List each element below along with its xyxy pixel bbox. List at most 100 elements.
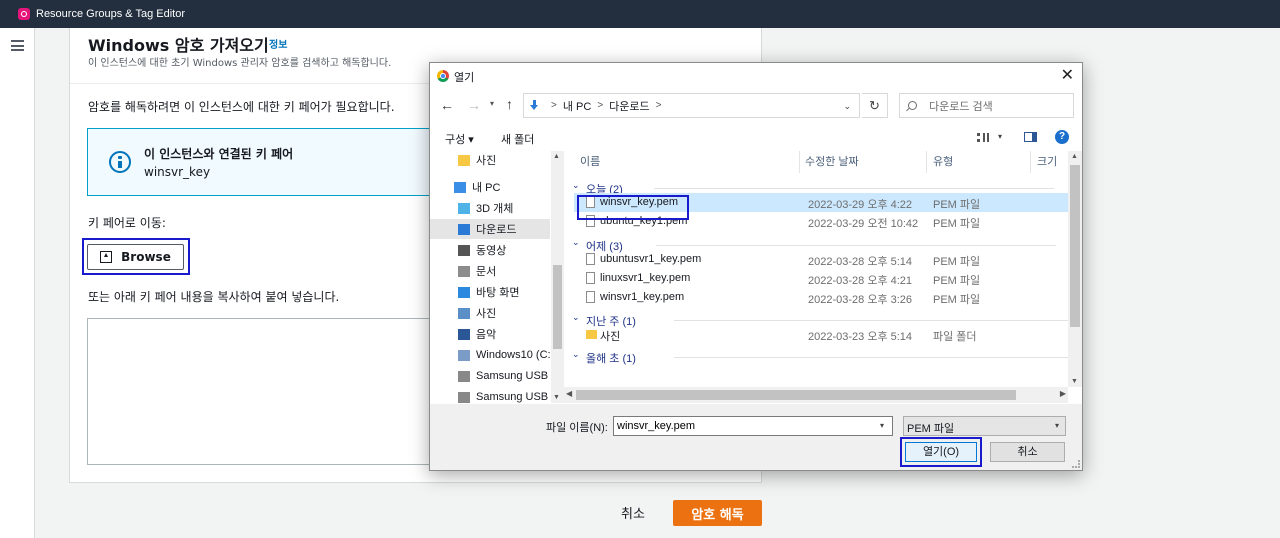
new-folder-button[interactable]: 새 폴더	[501, 131, 534, 147]
nav-item-label: Windows10 (C:)	[476, 349, 550, 361]
open-button[interactable]: 열기(O)	[905, 442, 977, 462]
help-icon[interactable]: ?	[1055, 130, 1069, 144]
file-row[interactable]: linuxsvr1_key.pem 2022-03-28 오후 4:21 PEM 파…	[574, 269, 1068, 288]
resize-grip-icon[interactable]	[1072, 460, 1080, 468]
column-header-type[interactable]: 유형	[933, 151, 953, 173]
breadcrumb-downloads[interactable]: 다운로드	[609, 98, 649, 114]
browse-button[interactable]: Browse	[87, 244, 184, 270]
sort-indicator-icon: ^	[862, 151, 866, 155]
file-list-horizontal-scrollbar[interactable]: ◀ ▶	[564, 387, 1068, 403]
folder-icon	[586, 330, 597, 339]
navigation-pane-scrollbar[interactable]: ▲ ▼	[551, 151, 564, 403]
desktop-icon	[458, 286, 470, 298]
search-input[interactable]: 다운로드 검색	[899, 93, 1074, 118]
preview-pane-icon[interactable]	[1024, 132, 1037, 142]
view-dropdown-icon[interactable]: ▾	[998, 132, 1002, 141]
close-icon[interactable]: ✕	[1061, 65, 1074, 85]
back-arrow-icon[interactable]: ←	[440, 97, 454, 113]
recent-locations-dropdown-icon[interactable]: ▾	[490, 99, 494, 108]
nav-item[interactable]: 문서	[430, 261, 550, 281]
nav-item-label: 사진	[476, 155, 497, 167]
left-rail	[0, 28, 35, 538]
file-list-vertical-scrollbar[interactable]: ▲ ▼	[1068, 151, 1082, 387]
file-group-header[interactable]: 올해 초 (1)	[586, 350, 636, 366]
nav-item[interactable]: 사진	[430, 151, 550, 170]
nav-item[interactable]: 음악	[430, 324, 550, 344]
folder-icon	[458, 154, 470, 166]
column-header-modified[interactable]: 수정한 날짜	[805, 151, 859, 173]
goto-key-pair-label: 키 페어로 이동:	[88, 216, 166, 230]
pictures-icon	[458, 307, 470, 319]
file-name: winsvr1_key.pem	[600, 291, 685, 303]
info-box-title: 이 인스턴스와 연결된 키 페어	[144, 147, 294, 161]
organize-menu[interactable]: 구성 ▾	[445, 131, 474, 147]
chrome-icon	[437, 70, 449, 82]
app-title[interactable]: Resource Groups & Tag Editor	[36, 8, 185, 20]
nav-item-label: 사진	[476, 308, 497, 320]
nav-item[interactable]: 내 PC	[430, 177, 550, 197]
collapse-chevron-icon[interactable]: ⌄	[572, 180, 580, 191]
file-modified-date: 2022-03-28 오후 5:14	[808, 256, 913, 268]
folder-row[interactable]: 사진 2022-03-23 오후 5:14 파일 폴더	[574, 325, 1068, 344]
file-modified-date: 2022-03-28 오후 4:21	[808, 275, 913, 287]
cancel-button[interactable]: 취소	[621, 503, 645, 522]
music-icon	[458, 328, 470, 340]
navigation-row: ← → ▾ ↑ > 내 PC > 다운로드 > ⌄ ↻ 다운로드 검색	[430, 93, 1082, 119]
nav-item[interactable]: Windows10 (C:)	[430, 345, 550, 365]
file-type: PEM 파일	[933, 294, 981, 306]
file-row[interactable]: winsvr1_key.pem 2022-03-28 오후 3:26 PEM 파일	[574, 288, 1068, 307]
address-bar[interactable]: > 내 PC > 다운로드 > ⌄	[523, 93, 860, 118]
download-icon	[458, 223, 470, 235]
dialog-title: 열기	[454, 72, 475, 84]
filename-dropdown-icon[interactable]: ▾	[880, 421, 884, 430]
pc-icon	[454, 181, 466, 193]
file-modified-date: 2022-03-29 오후 4:22	[808, 199, 913, 211]
nav-item[interactable]: 다운로드	[430, 219, 550, 239]
navigation-pane: 사진 내 PC 3D 개체 다운로드 동영상 문서 바탕 화면 사진 음악 Windows10 (…	[430, 151, 564, 403]
breadcrumb-separator-icon[interactable]: >	[551, 100, 557, 111]
file-icon	[586, 291, 595, 303]
decrypt-password-button[interactable]: 암호 해독	[673, 500, 762, 526]
dialog-bottom-area: 파일 이름(N): ▾ PEM 파일 ▾ 열기(O) 취소	[430, 404, 1082, 470]
forward-arrow-icon[interactable]: →	[467, 97, 481, 113]
file-icon	[586, 253, 595, 265]
dialog-cancel-button[interactable]: 취소	[990, 442, 1065, 462]
view-options-icon[interactable]	[977, 133, 989, 142]
key-contents-textarea[interactable]	[87, 318, 449, 465]
nav-item[interactable]: Samsung USB (D	[430, 387, 550, 403]
nav-item[interactable]: 바탕 화면	[430, 282, 550, 302]
collapse-chevron-icon[interactable]: ⌄	[572, 237, 580, 248]
filetype-select[interactable]: PEM 파일	[903, 416, 1066, 436]
selected-file-highlight	[577, 195, 689, 220]
column-header-size[interactable]: 크기	[1037, 151, 1057, 173]
file-row[interactable]: ubuntusvr1_key.pem 2022-03-28 오후 5:14 PEM …	[574, 250, 1068, 269]
breadcrumb-this-pc[interactable]: 내 PC	[563, 98, 591, 114]
browse-label: Browse	[121, 250, 171, 264]
up-arrow-icon[interactable]: ↑	[506, 96, 513, 112]
nav-item[interactable]: 동영상	[430, 240, 550, 260]
download-folder-icon	[530, 100, 539, 111]
filetype-dropdown-icon[interactable]: ▾	[1055, 421, 1059, 430]
address-dropdown-icon[interactable]: ⌄	[843, 101, 851, 112]
menu-icon[interactable]	[11, 40, 24, 51]
file-modified-date: 2022-03-23 오후 5:14	[808, 331, 913, 343]
breadcrumb-separator-icon[interactable]: >	[656, 100, 662, 111]
nav-item-label: 음악	[476, 329, 497, 341]
file-modified-date: 2022-03-28 오후 3:26	[808, 294, 913, 306]
collapse-chevron-icon[interactable]: ⌄	[572, 312, 580, 323]
search-icon	[908, 101, 917, 110]
nav-item-label: 내 PC	[472, 182, 501, 194]
resource-groups-icon	[18, 8, 30, 20]
filename-input[interactable]	[613, 416, 893, 436]
dialog-titlebar[interactable]: 열기 ✕	[430, 63, 1082, 89]
nav-item[interactable]: 사진	[430, 303, 550, 323]
info-link[interactable]: 정보	[269, 36, 287, 51]
nav-item[interactable]: 3D 개체	[430, 198, 550, 218]
nav-item-label: Samsung USB (D	[476, 370, 550, 382]
breadcrumb-separator-icon[interactable]: >	[597, 100, 603, 111]
need-key-text: 암호를 해독하려면 이 인스턴스에 대한 키 페어가 필요합니다.	[88, 100, 395, 114]
refresh-button[interactable]: ↻	[862, 93, 888, 118]
column-header-name[interactable]: 이름	[580, 151, 600, 173]
nav-item[interactable]: Samsung USB (D	[430, 366, 550, 386]
collapse-chevron-icon[interactable]: ⌄	[572, 349, 580, 360]
